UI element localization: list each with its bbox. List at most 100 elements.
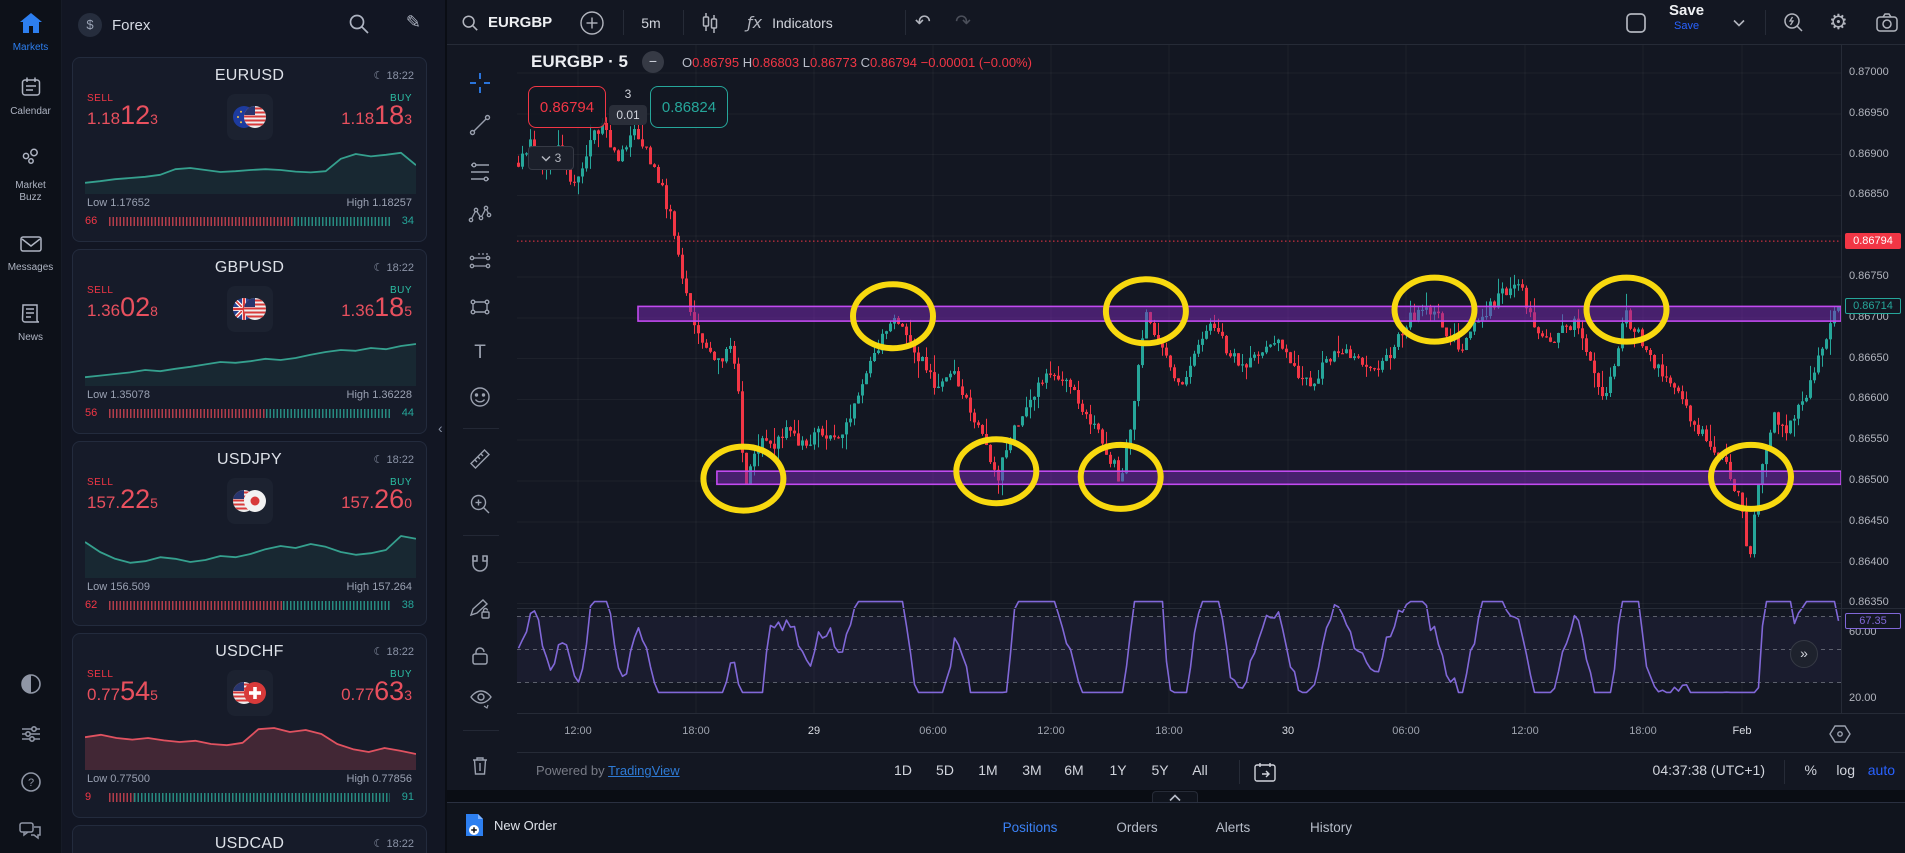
emoji-tool-icon[interactable]	[468, 385, 492, 409]
price-tick: 0.86750	[1849, 270, 1889, 282]
zoom-in-tool-icon[interactable]	[468, 492, 492, 516]
add-symbol-button[interactable]	[579, 0, 605, 45]
sidebar-item-news[interactable]: News	[0, 302, 61, 344]
sidebar-item-chat[interactable]	[0, 820, 61, 847]
sparkline-chart	[85, 727, 416, 770]
clock-label[interactable]: 04:37:38 (UTC+1)	[1653, 762, 1765, 778]
oscillator-value-label: 67.35	[1845, 613, 1901, 629]
last-price-label: 0.86794	[1845, 233, 1901, 249]
sidebar-item-markets[interactable]: Markets	[0, 12, 61, 54]
timeframe-button[interactable]: 5m	[635, 0, 667, 45]
undo-icon[interactable]: ↶	[915, 0, 931, 45]
sidebar-item-theme[interactable]	[0, 672, 61, 701]
sell-price[interactable]: 157. 22 5	[87, 484, 158, 515]
app-sidebar: Markets Calendar Market Buzz Messages Ne…	[0, 0, 62, 853]
forecast-tool-icon[interactable]	[468, 250, 492, 274]
toolbar-divider	[463, 535, 499, 536]
price-tick: 0.87000	[1849, 66, 1889, 78]
redo-icon[interactable]: ↷	[955, 0, 971, 45]
range-button-1d[interactable]: 1D	[885, 762, 921, 778]
range-button-1m[interactable]: 1M	[970, 762, 1006, 778]
hide-drawings-eye-icon[interactable]	[468, 686, 492, 710]
chart-style-button[interactable]	[699, 0, 721, 45]
buy-price[interactable]: 1.36 18 5	[341, 292, 412, 323]
new-order-button[interactable]: New Order	[465, 813, 557, 838]
search-icon[interactable]	[348, 13, 370, 35]
percent-scale-button[interactable]: %	[1805, 762, 1817, 778]
indicators-button[interactable]: ƒx Indicators	[747, 0, 833, 45]
buy-price-button[interactable]: 0.86824	[650, 86, 728, 128]
range-button-5d[interactable]: 5D	[927, 762, 963, 778]
sell-price[interactable]: 1.36 02 8	[87, 292, 158, 323]
buy-price[interactable]: 1.18 18 3	[341, 100, 412, 131]
trend-line-tool-icon[interactable]	[468, 113, 492, 137]
settings-gear-icon[interactable]: ⚙	[1829, 0, 1848, 45]
collapsed-indicators-pill[interactable]: 3	[528, 146, 574, 170]
quick-search-icon[interactable]	[1781, 0, 1805, 45]
tradingview-link[interactable]: TradingView	[608, 763, 680, 778]
panel-tab-history[interactable]: History	[1286, 820, 1376, 835]
pattern-tool-icon[interactable]	[468, 203, 492, 227]
quantity-value[interactable]: 0.01	[609, 105, 647, 125]
symbol-search[interactable]: EURGBP	[461, 0, 552, 45]
drawing-mode-lock-icon[interactable]	[468, 597, 492, 621]
scroll-to-recent-button[interactable]: »	[1790, 640, 1818, 668]
text-tool-icon[interactable]: T	[468, 342, 492, 366]
scale-settings-icon[interactable]	[1829, 724, 1851, 744]
range-button-6m[interactable]: 6M	[1056, 762, 1092, 778]
range-button-5y[interactable]: 5Y	[1142, 762, 1178, 778]
watchlist-card-usdcad[interactable]: USDCAD ☾ 18:22	[72, 825, 427, 853]
search-icon	[462, 14, 478, 31]
shapes-tool-icon[interactable]	[468, 295, 492, 319]
ohlc-values: O0.86795 H0.86803 L0.86773 C0.86794 −0.0…	[682, 54, 1032, 70]
toolbar-divider	[1765, 10, 1766, 35]
sidebar-item-market-buzz[interactable]: Market Buzz	[0, 148, 61, 203]
remove-drawings-trash-icon[interactable]	[468, 753, 492, 777]
edit-watchlist-icon[interactable]: ✎	[406, 12, 421, 33]
magnet-mode-icon[interactable]	[468, 552, 492, 576]
indicators-label: Indicators	[772, 14, 833, 31]
auto-scale-button[interactable]: auto	[1868, 762, 1895, 778]
sidebar-item-preferences[interactable]	[0, 722, 61, 751]
panel-tab-positions[interactable]: Positions	[985, 820, 1075, 835]
watchlist-card-usdchf[interactable]: USDCHF ☾ 18:22 SELL BUY 0.77 54 5 0.77 63 3 L…	[72, 633, 427, 818]
save-button[interactable]: Save Save	[1669, 2, 1704, 32]
panel-tab-orders[interactable]: Orders	[1092, 820, 1182, 835]
time-axis[interactable]: 12:00 18:00 29 06:00 12:00 18:00 30 06:00 12:00 1…	[517, 713, 1905, 752]
goto-date-icon[interactable]	[1253, 761, 1277, 783]
watchlist-card-gbpusd[interactable]: GBPUSD ☾ 18:22 SELL BUY 1.36 02 8 1.36 18 5 L…	[72, 249, 427, 434]
log-scale-button[interactable]: log	[1836, 762, 1855, 778]
moon-icon: ☾	[373, 70, 384, 82]
buy-price[interactable]: 0.77 63 3	[341, 676, 412, 707]
range-button-all[interactable]: All	[1182, 762, 1218, 778]
screenshot-camera-icon[interactable]	[1875, 0, 1899, 45]
sell-price[interactable]: 0.77 54 5	[87, 676, 158, 707]
price-tick: 0.86850	[1849, 188, 1889, 200]
fib-retracement-tool-icon[interactable]	[468, 160, 492, 184]
measure-ruler-icon[interactable]	[468, 447, 492, 471]
sidebar-item-help[interactable]: ?	[0, 770, 61, 799]
save-menu-chevron[interactable]	[1733, 0, 1745, 45]
range-button-1y[interactable]: 1Y	[1100, 762, 1136, 778]
panel-tab-alerts[interactable]: Alerts	[1188, 820, 1278, 835]
candlestick-chart[interactable]	[517, 45, 1841, 713]
time-tick: 06:00	[919, 725, 947, 737]
high-label: High 157.264	[346, 581, 412, 593]
watchlist-card-eurusd[interactable]: EURUSD ☾ 18:22 SELL BUY 1.18 12 3 1.18 18 3 L…	[72, 57, 427, 242]
crosshair-tool-icon[interactable]	[468, 71, 492, 95]
watchlist-card-usdjpy[interactable]: USDJPY ☾ 18:22 SELL BUY 157. 22 5 157. 26 0 L…	[72, 441, 427, 626]
sidebar-item-messages[interactable]: Messages	[0, 234, 61, 274]
lock-all-drawings-icon[interactable]	[468, 644, 492, 668]
pane-separator[interactable]	[517, 608, 1905, 609]
sell-price[interactable]: 1.18 12 3	[87, 100, 158, 131]
sell-price-button[interactable]: 0.86794	[528, 86, 606, 128]
layout-button[interactable]	[1625, 0, 1647, 45]
sidebar-item-calendar[interactable]: Calendar	[0, 76, 61, 118]
price-axis[interactable]: 0.87000 0.86950 0.86900 0.86850 0.86750 0.867…	[1841, 45, 1905, 713]
time-tick: 30	[1281, 725, 1295, 737]
collapse-watchlist-chevron[interactable]: ‹	[438, 420, 443, 436]
hide-indicator-icon[interactable]: −	[642, 51, 664, 73]
high-label: High 1.36228	[346, 389, 412, 401]
range-button-3m[interactable]: 3M	[1014, 762, 1050, 778]
buy-price[interactable]: 157. 26 0	[341, 484, 412, 515]
